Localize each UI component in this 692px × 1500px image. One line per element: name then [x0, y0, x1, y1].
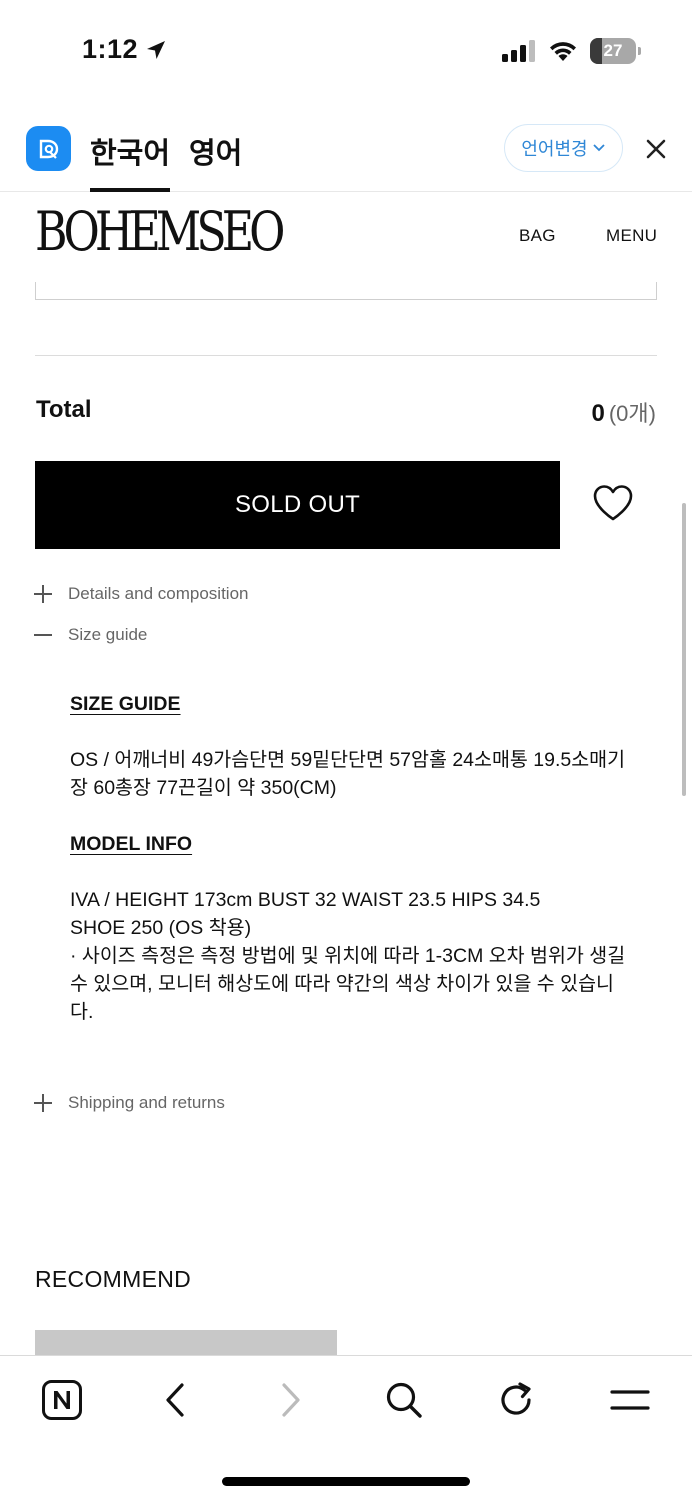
minus-icon [34, 626, 52, 644]
accordion-size-guide[interactable]: Size guide [34, 625, 147, 645]
size-guide-heading: SIZE GUIDE [70, 693, 181, 715]
status-bar: 1:12 27 [0, 0, 692, 100]
model-info-heading: MODEL INFO [70, 833, 193, 855]
naver-home-icon[interactable] [38, 1376, 86, 1424]
size-measurements: OS / 어깨너비 49가슴단면 59밑단단면 57암홀 24소매통 19.5소… [70, 749, 626, 799]
brand-logo[interactable]: BOHEMSEO [35, 200, 285, 263]
sold-out-button[interactable]: SOLD OUT [35, 461, 560, 549]
close-icon[interactable] [643, 136, 669, 162]
refresh-icon[interactable] [492, 1376, 540, 1424]
accordion-details-label: Details and composition [68, 584, 249, 603]
total-value: 0 (0개) [592, 396, 657, 428]
scrollbar[interactable] [682, 503, 686, 796]
recommend-product-thumbnail[interactable] [35, 1330, 337, 1356]
model-info-line2: SHOE 250 (OS 착용) [70, 917, 252, 939]
accordion-shipping-label: Shipping and returns [68, 1093, 225, 1112]
accordion-shipping[interactable]: Shipping and returns [34, 1093, 225, 1113]
battery-cap [638, 47, 641, 55]
battery-indicator: 27 [590, 38, 641, 64]
change-language-label: 언어변경 [521, 139, 588, 159]
status-indicators: 27 [502, 38, 641, 64]
tab-korean[interactable]: 한국어 [90, 130, 171, 192]
cellular-signal-icon [502, 40, 535, 62]
wishlist-heart-icon[interactable] [592, 483, 634, 523]
menu-icon[interactable] [606, 1376, 654, 1424]
size-notice: · 사이즈 측정은 측정 방법에 및 위치에 따라 1-3CM 오차 범위가 생… [70, 945, 626, 1023]
translator-app-logo-icon[interactable] [26, 126, 71, 171]
total-label: Total [36, 396, 92, 423]
change-language-button[interactable]: 언어변경 [504, 124, 623, 172]
divider [35, 355, 657, 356]
forward-icon[interactable] [266, 1376, 314, 1424]
recommend-title: RECOMMEND [35, 1266, 192, 1292]
location-arrow-icon [147, 40, 166, 59]
model-info-line1: IVA / HEIGHT 173cm BUST 32 WAIST 23.5 HI… [70, 889, 541, 911]
option-select-box[interactable] [35, 282, 657, 300]
chevron-down-icon [592, 144, 605, 152]
search-icon[interactable] [380, 1376, 428, 1424]
home-indicator[interactable] [222, 1477, 470, 1486]
battery-fill [590, 38, 603, 64]
accordion-details[interactable]: Details and composition [34, 584, 248, 604]
back-icon[interactable] [152, 1376, 200, 1424]
plus-icon [34, 1094, 52, 1112]
tab-english[interactable]: 영어 [189, 130, 242, 172]
menu-link[interactable]: MENU [606, 226, 657, 246]
size-guide-content: SIZE GUIDE OS / 어깨너비 49가슴단면 59밑단단면 57암홀 … [70, 690, 630, 1026]
status-time: 1:12 [82, 34, 168, 65]
wifi-icon [550, 42, 576, 61]
battery-level-text: 27 [603, 41, 623, 60]
plus-icon [34, 585, 52, 603]
bag-link[interactable]: BAG [519, 226, 556, 246]
accordion-size-guide-label: Size guide [68, 625, 148, 644]
status-time-text: 1:12 [82, 34, 139, 64]
translate-bar: 한국어 영어 언어변경 [0, 100, 692, 192]
total-count: (0개) [608, 401, 656, 426]
total-amount: 0 [591, 400, 605, 427]
site-header: BOHEMSEO BAG MENU [0, 192, 692, 282]
